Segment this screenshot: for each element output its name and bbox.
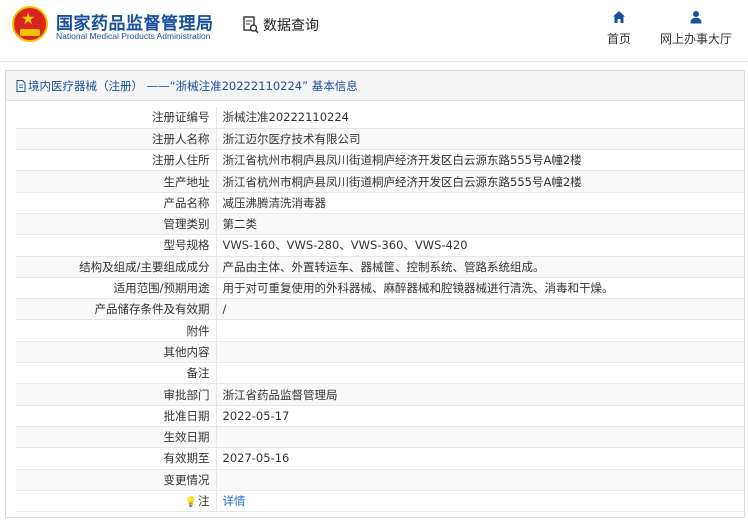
table-row: 产品储存条件及有效期 /	[16, 298, 744, 321]
field-label: 附件	[16, 319, 216, 342]
field-value: 2022-05-17	[215, 405, 744, 427]
panel-title-bar: 境内医疗器械（注册） ——“浙械注准20222110224” 基本信息	[6, 71, 744, 101]
table-row: 有效期至 2027-05-16	[16, 447, 744, 470]
site-logo-subtitle: National Medical Products Administration	[56, 31, 211, 41]
field-label: 产品储存条件及有效期	[16, 298, 216, 321]
field-value: 产品由主体、外置转运车、器械筐、控制系统、管路系统组成。	[215, 256, 744, 278]
field-value: 用于对可重复使用的外科器械、麻醉器械和腔镜器械进行清洗、消毒和干燥。	[215, 277, 744, 300]
note-label-cell: 💡注	[16, 490, 216, 513]
table-row: 附件	[16, 319, 744, 342]
device-info-table: 注册证编号 浙械注准20222110224 注册人名称 浙江迈尔医疗技术有限公司 注册人…	[16, 107, 744, 513]
note-label: 注	[198, 493, 210, 508]
table-row: 备注	[16, 362, 744, 385]
table-row: 管理类别 第二类	[16, 213, 744, 236]
field-value	[215, 362, 744, 385]
document-icon	[16, 79, 26, 92]
field-label: 产品名称	[16, 192, 216, 214]
field-label: 其他内容	[16, 341, 216, 364]
table-row-note: 💡注 详情	[16, 490, 744, 513]
table-row: 注册人住所 浙江省杭州市桐庐县凤川街道桐庐经济开发区白云源东路555号A幢2楼	[16, 149, 744, 172]
field-value: 浙江迈尔医疗技术有限公司	[215, 128, 744, 151]
user-icon	[690, 11, 702, 24]
field-value: 浙江省药品监督管理局	[215, 383, 744, 406]
table-row: 结构及组成/主要组成成分 产品由主体、外置转运车、器械筐、控制系统、管路系统组成。	[16, 256, 744, 278]
table-row: 注册人名称 浙江迈尔医疗技术有限公司	[16, 128, 744, 151]
field-label: 注册证编号	[16, 107, 216, 129]
document-search-icon	[243, 16, 259, 34]
table-row: 生产地址 浙江省杭州市桐庐县凤川街道桐庐经济开发区白云源东路555号A幢2楼	[16, 170, 744, 193]
field-label: 管理类别	[16, 213, 216, 236]
field-value: 2027-05-16	[215, 447, 744, 470]
nav-online-service-hall-label: 网上办事大厅	[659, 32, 732, 46]
field-label: 注册人住所	[16, 149, 216, 172]
field-label: 备注	[16, 362, 216, 385]
field-value: 减压沸腾清洗消毒器	[215, 192, 744, 214]
device-info-panel: 境内医疗器械（注册） ——“浙械注准20222110224” 基本信息 注册证编…	[5, 70, 745, 518]
field-value: VWS-160、VWS-280、VWS-360、VWS-420	[215, 234, 744, 257]
field-label: 批准日期	[16, 405, 216, 427]
field-value	[215, 469, 744, 491]
field-label: 有效期至	[16, 447, 216, 470]
table-row: 审批部门 浙江省药品监督管理局	[16, 383, 744, 406]
table-row: 批准日期 2022-05-17	[16, 405, 744, 427]
field-label: 变更情况	[16, 469, 216, 491]
field-label: 生产地址	[16, 170, 216, 193]
panel-title: 境内医疗器械（注册） ——“浙械注准20222110224” 基本信息	[28, 78, 358, 93]
field-value: 浙械注准20222110224	[215, 107, 744, 129]
nav-home[interactable]: 首页	[604, 10, 634, 47]
nav-home-label: 首页	[606, 32, 631, 46]
table-row: 适用范围/预期用途 用于对可重复使用的外科器械、麻醉器械和腔镜器械进行清洗、消毒和…	[16, 277, 744, 300]
field-value: /	[215, 298, 744, 321]
field-value	[215, 319, 744, 342]
field-label: 注册人名称	[16, 128, 216, 151]
field-value: 第二类	[215, 213, 744, 236]
data-query-label: 数据查询	[263, 18, 319, 34]
home-icon	[613, 11, 625, 23]
field-value	[215, 341, 744, 364]
field-value	[215, 426, 744, 449]
field-value: 浙江省杭州市桐庐县凤川街道桐庐经济开发区白云源东路555号A幢2楼	[215, 170, 744, 193]
field-label: 结构及组成/主要组成成分	[16, 256, 216, 278]
table-row: 变更情况	[16, 469, 744, 491]
field-label: 审批部门	[16, 383, 216, 406]
table-row: 型号规格 VWS-160、VWS-280、VWS-360、VWS-420	[16, 234, 744, 257]
field-label: 适用范围/预期用途	[16, 277, 216, 300]
bulb-icon: 💡	[184, 496, 197, 508]
field-value: 浙江省杭州市桐庐县凤川街道桐庐经济开发区白云源东路555号A幢2楼	[215, 149, 744, 172]
table-row: 产品名称 减压沸腾清洗消毒器	[16, 192, 744, 214]
table-row: 生效日期	[16, 426, 744, 449]
site-header: ★ 国家药品监督管理局 National Medical Products Ad…	[0, 0, 748, 62]
field-label: 型号规格	[16, 234, 216, 257]
nav-online-service-hall[interactable]: 网上办事大厅	[656, 10, 736, 47]
details-link[interactable]: 详情	[223, 494, 246, 508]
table-row: 注册证编号 浙械注准20222110224	[16, 107, 744, 129]
field-label: 生效日期	[16, 426, 216, 449]
data-query-link[interactable]: 数据查询	[243, 14, 319, 36]
note-value-cell: 详情	[215, 490, 744, 513]
table-row: 其他内容	[16, 341, 744, 364]
national-emblem-icon[interactable]: ★	[12, 6, 48, 42]
